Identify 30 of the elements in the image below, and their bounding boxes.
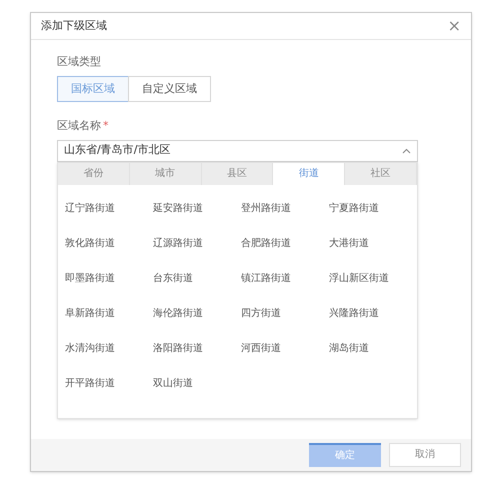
street-option[interactable]: 浮山新区街道 [329,270,389,286]
street-option[interactable]: 合肥路街道 [241,236,291,251]
street-option[interactable]: 兴隆路街道 [329,306,379,321]
street-option[interactable]: 开平路街道 [65,376,115,391]
street-option[interactable]: 台东街道 [153,270,193,286]
cancel-button[interactable]: 取消 [389,442,461,467]
street-option[interactable]: 四方街道 [241,306,281,321]
street-option[interactable]: 阜新路街道 [65,306,115,321]
street-option[interactable]: 登州路街道 [241,200,291,216]
field-label: 区域类型 [57,54,102,70]
segment-option[interactable]: 自定义区域 [128,76,211,102]
street-option[interactable]: 即墨路街道 [65,270,115,286]
street-option[interactable]: 辽源路街道 [153,236,203,251]
dialog-title: 添加下级区域 [41,18,107,34]
street-option[interactable]: 宁夏路街道 [329,200,379,216]
required-mark: * [103,118,108,134]
street-option[interactable]: 辽宁路街道 [65,200,115,216]
street-option[interactable]: 水清沟街道 [65,340,115,356]
region-select[interactable]: 山东省/青岛市/市北区 [57,140,418,162]
street-option[interactable]: 敦化路街道 [65,236,115,251]
field-label: 区域名称 [57,118,101,134]
street-option[interactable]: 洛阳路街道 [153,340,203,356]
street-option[interactable]: 镇江路街道 [241,270,291,286]
street-option[interactable]: 延安路街道 [153,200,203,216]
close-button[interactable]: × [448,18,461,34]
street-option[interactable]: 大港街道 [329,236,369,251]
street-option[interactable]: 河西街道 [241,340,281,356]
street-option[interactable]: 海伦路街道 [153,306,203,321]
street-option[interactable]: 湖岛街道 [329,340,369,356]
street-option[interactable]: 双山街道 [153,376,193,391]
